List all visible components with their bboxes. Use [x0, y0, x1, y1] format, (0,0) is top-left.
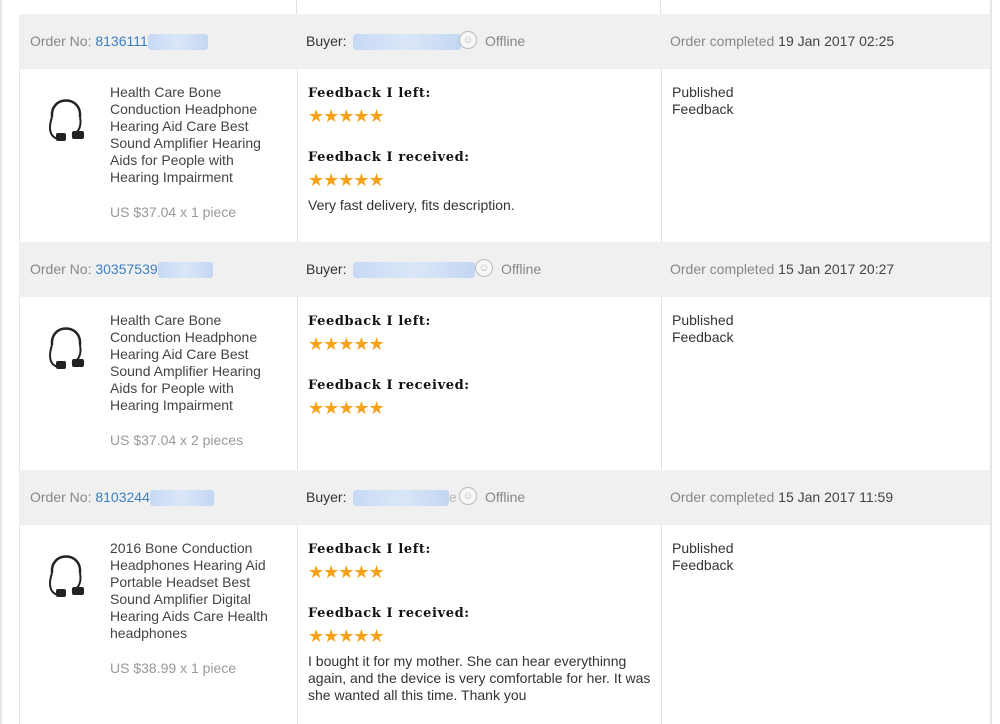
- completed-date: 15 Jan 2017 20:27: [778, 261, 895, 277]
- order-completed-info: Order completed 15 Jan 2017 11:59: [670, 489, 894, 505]
- right-border: [990, 0, 992, 724]
- feedback-left-label: Feedback I left:: [308, 542, 431, 557]
- smiley-icon: ☺: [459, 487, 477, 505]
- redacted-blur: [157, 262, 213, 279]
- product-price: US $37.04 x 1 piece: [110, 204, 237, 220]
- completed-date: 19 Jan 2017 02:25: [778, 33, 895, 49]
- order-header: Order No: 8103244 Buyer: e ☺ Offline Ord…: [19, 470, 990, 525]
- product-thumbnail[interactable]: [42, 543, 92, 601]
- stars-rating-left: ★★★★★: [308, 562, 385, 582]
- online-status: Offline: [485, 489, 526, 505]
- status-line: Published: [672, 84, 734, 100]
- order-body: 2016 Bone Conduction Headphones Hearing …: [19, 525, 990, 724]
- feedback-comment: I bought it for my mother. She can hear …: [308, 653, 651, 703]
- status-line: Feedback: [672, 557, 734, 573]
- stars-rating-left: ★★★★★: [308, 106, 385, 126]
- stars-rating-left: ★★★★★: [308, 334, 385, 354]
- buyer-name[interactable]: [353, 261, 475, 279]
- status-line: Feedback: [672, 101, 734, 117]
- product-price: US $37.04 x 2 pieces: [110, 432, 244, 448]
- order-completed-info: Order completed 19 Jan 2017 02:25: [670, 33, 895, 49]
- column-divider: [661, 69, 662, 242]
- order-body: Health Care Bone Conduction Headphone He…: [19, 69, 990, 242]
- feedback-status: Published Feedback: [672, 540, 772, 574]
- order-number-link[interactable]: 8103244: [95, 489, 150, 505]
- feedback-status: Published Feedback: [672, 84, 772, 118]
- product-thumbnail[interactable]: [42, 87, 92, 145]
- online-status: Offline: [485, 33, 526, 49]
- feedback-left-label: Feedback I left:: [308, 86, 431, 101]
- order-card: Order No: 30357539 Buyer: ☺ Offline Orde…: [19, 242, 990, 470]
- order-header: Order No: 8136111 Buyer: ☺ Offline Order…: [19, 14, 990, 69]
- order-completed-info: Order completed 15 Jan 2017 20:27: [670, 261, 895, 277]
- smiley-icon: ☺: [475, 259, 493, 277]
- order-number: Order No: 8103244: [30, 489, 214, 507]
- order-number: Order No: 30357539: [30, 261, 213, 279]
- stars-rating-received: ★★★★★: [308, 398, 385, 418]
- feedback-status: Published Feedback: [672, 312, 772, 346]
- product-price: US $38.99 x 1 piece: [110, 660, 237, 676]
- buyer-name[interactable]: [353, 33, 461, 51]
- status-line: Published: [672, 312, 734, 328]
- redacted-blur: [353, 34, 461, 51]
- status-line: Feedback: [672, 329, 734, 345]
- status-line: Published: [672, 540, 734, 556]
- order-body: Health Care Bone Conduction Headphone He…: [19, 297, 990, 470]
- order-number-link[interactable]: 8136111: [95, 33, 147, 49]
- column-divider: [661, 525, 662, 724]
- product-title-link[interactable]: Health Care Bone Conduction Headphone He…: [110, 84, 290, 186]
- stars-rating-received: ★★★★★: [308, 626, 385, 646]
- buyer-label: Buyer:: [306, 261, 347, 277]
- column-divider: [296, 0, 297, 14]
- buyer-name[interactable]: e: [353, 489, 457, 507]
- order-card: Order No: 8103244 Buyer: e ☺ Offline Ord…: [19, 470, 990, 724]
- feedback-comment: Very fast delivery, fits description.: [308, 197, 515, 213]
- order-card: Order No: 8136111 Buyer: ☺ Offline Order…: [19, 14, 990, 242]
- buyer-label: Buyer:: [306, 33, 347, 49]
- redacted-blur: [149, 490, 214, 507]
- feedback-received-label: Feedback I received:: [308, 150, 470, 165]
- order-number: Order No: 8136111: [30, 33, 208, 51]
- redacted-blur: [147, 34, 208, 51]
- product-title-link[interactable]: 2016 Bone Conduction Headphones Hearing …: [110, 540, 290, 642]
- column-divider: [661, 297, 662, 470]
- column-divider: [297, 69, 298, 242]
- column-divider: [660, 0, 661, 14]
- buyer-label: Buyer:: [306, 489, 347, 505]
- product-title-link[interactable]: Health Care Bone Conduction Headphone He…: [110, 312, 290, 414]
- product-thumbnail[interactable]: [42, 315, 92, 373]
- order-header: Order No: 30357539 Buyer: ☺ Offline Orde…: [19, 242, 990, 297]
- column-divider: [297, 525, 298, 724]
- column-divider: [297, 297, 298, 470]
- redacted-blur: [353, 490, 449, 507]
- stars-rating-received: ★★★★★: [308, 170, 385, 190]
- feedback-received-label: Feedback I received:: [308, 606, 470, 621]
- order-number-link[interactable]: 30357539: [95, 261, 157, 277]
- online-status: Offline: [501, 261, 542, 277]
- redacted-blur: [353, 262, 475, 279]
- feedback-left-label: Feedback I left:: [308, 314, 431, 329]
- left-border: [0, 0, 2, 724]
- feedback-received-label: Feedback I received:: [308, 378, 470, 393]
- smiley-icon: ☺: [459, 31, 477, 49]
- completed-date: 15 Jan 2017 11:59: [778, 489, 894, 505]
